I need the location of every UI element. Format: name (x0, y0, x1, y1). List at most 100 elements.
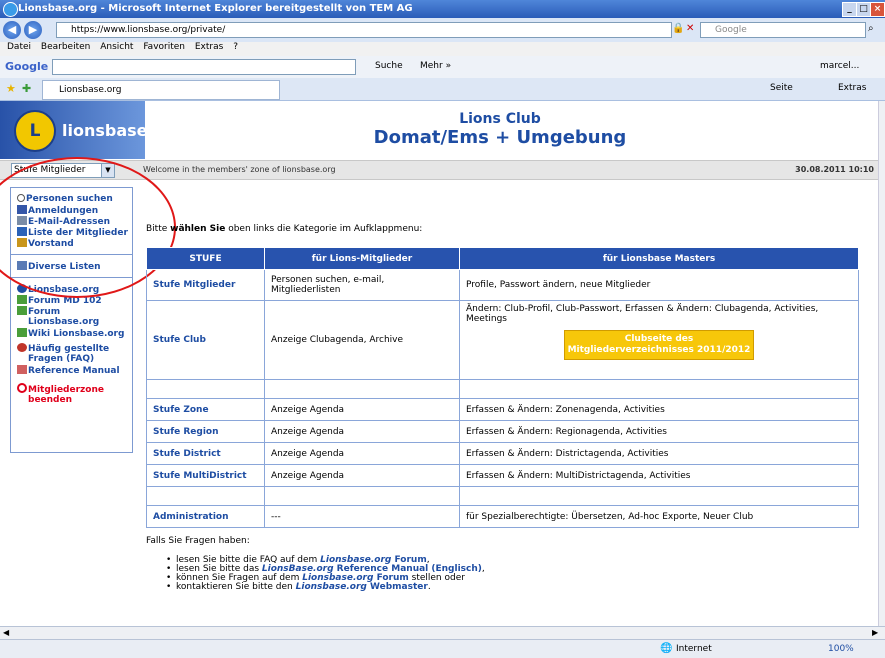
club-title: Lions Club Domat/Ems + Umgebung (250, 111, 750, 148)
security-zone: Internet (676, 644, 712, 654)
sidebar-item-label: Reference Manual (28, 366, 120, 376)
google-logo: Google (5, 60, 49, 73)
scroll-left-icon[interactable]: ◀ (3, 628, 9, 637)
sidebar-item-label: beenden (28, 395, 73, 405)
close-button[interactable]: × (870, 2, 885, 17)
level-link[interactable]: Administration (146, 505, 265, 528)
globe-icon: 🌐 (660, 643, 673, 654)
sidebar-item-faq[interactable]: Häufig gestellte Fragen (FAQ) (17, 343, 109, 364)
search-field[interactable]: Google (700, 22, 866, 38)
page-content: L lionsbase.org Lions Club Domat/Ems + U… (0, 101, 878, 626)
sidebar-item-wiki[interactable]: Wiki Lionsbase.org (17, 328, 124, 339)
sidebar-item-label: Fragen (FAQ) (28, 354, 95, 364)
menu-help[interactable]: ? (233, 42, 238, 52)
sidebar-item-label: Lionsbase.org (28, 317, 100, 327)
back-button[interactable]: ◀ (3, 21, 21, 39)
horizontal-scrollbar[interactable]: ◀ ▶ (0, 626, 885, 640)
level-link[interactable]: Stufe Region (146, 420, 265, 443)
google-toolbar: Google Suche Mehr » marcel... (0, 56, 885, 79)
level-link[interactable]: Stufe Zone (146, 398, 265, 421)
vertical-scrollbar[interactable] (878, 101, 885, 626)
search-icon[interactable]: ⌕ (868, 23, 874, 34)
stop-icon[interactable]: ✕ (686, 23, 694, 34)
address-toolbar: ◀ ▶ https://www.lionsbase.org/private/ 🔒… (0, 18, 885, 43)
table-cell: Anzeige Agenda (264, 442, 460, 465)
faq-link[interactable]: Webmaster (367, 582, 428, 592)
google-user-button[interactable]: marcel... (820, 61, 859, 71)
level-link[interactable]: Stufe MultiDistrict (146, 464, 265, 487)
zoom-level[interactable]: 100% (828, 644, 854, 654)
add-favorites-icon[interactable]: ✚ (22, 82, 31, 95)
lions-emblem-icon: L (14, 110, 56, 152)
google-search-button[interactable]: Suche (375, 61, 403, 71)
table-cell: Profile, Passwort ändern, neue Mitgliede… (459, 269, 859, 301)
faq-link[interactable]: Lionsbase.org (296, 582, 367, 592)
table-cell: Anzeige Agenda (264, 398, 460, 421)
table-cell: --- (264, 505, 460, 528)
club-page-button[interactable]: Clubseite des Mitgliederverzeichnisses 2… (564, 330, 754, 360)
forum-icon (17, 306, 27, 315)
column-header: für Lions-Mitglieder (264, 247, 460, 270)
table-row: Stufe Region Anzeige Agenda Erfassen & Ä… (146, 420, 859, 443)
table-cell: Anzeige Clubagenda, Archive (264, 300, 460, 380)
lock-icon[interactable]: 🔒 (672, 23, 684, 34)
google-search-input[interactable] (52, 59, 356, 75)
scroll-right-icon[interactable]: ▶ (872, 628, 878, 637)
club-page-button-line2: Mitgliederverzeichnisses 2011/2012 (567, 345, 751, 355)
minimize-button[interactable]: _ (842, 2, 857, 17)
table-cell: für Spezialberechtigte: Übersetzen, Ad-h… (459, 505, 859, 528)
url-field[interactable]: https://www.lionsbase.org/private/ (56, 22, 672, 38)
table-cell-text: Ändern: Club-Profil, Club-Passwort, Erfa… (466, 304, 819, 324)
sidebar-item-logout[interactable]: Mitgliederzone beenden (17, 383, 104, 405)
forward-button[interactable]: ▶ (24, 21, 42, 39)
sidebar-item-reference-manual[interactable]: Reference Manual (17, 365, 120, 376)
level-link[interactable]: Stufe District (146, 442, 265, 465)
club-title-line2: Domat/Ems + Umgebung (373, 127, 627, 148)
table-row: Stufe District Anzeige Agenda Erfassen &… (146, 442, 859, 465)
page-menu[interactable]: Seite (770, 83, 793, 93)
instruction-pre: Bitte (146, 224, 171, 234)
menu-ansicht[interactable]: Ansicht (100, 42, 133, 52)
level-link[interactable]: Stufe Club (146, 300, 265, 380)
table-cell: Ändern: Club-Profil, Club-Passwort, Erfa… (459, 300, 859, 380)
sidebar-item-label: Häufig gestellte (28, 344, 110, 354)
wiki-icon (17, 328, 27, 337)
sidebar-item-label: Forum (28, 307, 61, 317)
table-row: Stufe Mitglieder Personen suchen, e-mail… (146, 269, 859, 301)
table-cell: Anzeige Agenda (264, 420, 460, 443)
site-logo-text[interactable]: lionsbase.org (62, 121, 184, 140)
status-bar: 🌐 Internet 100% (0, 639, 885, 658)
menu-favoriten[interactable]: Favoriten (143, 42, 185, 52)
favorites-star-icon[interactable]: ★ (6, 82, 16, 95)
spacer-cell (264, 379, 460, 399)
instruction-post: oben links die Kategorie im Aufklappmenu… (225, 224, 423, 234)
sidebar-item-forum-lionsbase[interactable]: Forum Lionsbase.org (17, 306, 99, 327)
window-title: Lionsbase.org - Microsoft Internet Explo… (18, 3, 413, 14)
forum-icon (17, 295, 27, 304)
table-cell: Erfassen & Ändern: MultiDistrictagenda, … (459, 464, 859, 487)
window-titlebar: Lionsbase.org - Microsoft Internet Explo… (0, 0, 885, 18)
menu-bearbeiten[interactable]: Bearbeiten (41, 42, 90, 52)
site-header: L lionsbase.org Lions Club Domat/Ems + U… (0, 101, 878, 159)
table-cell: Erfassen & Ändern: Zonenagenda, Activiti… (459, 398, 859, 421)
spacer-cell (459, 379, 859, 399)
maximize-button[interactable]: □ (856, 2, 871, 17)
sidebar-item-label: Mitgliederzone (28, 385, 104, 395)
google-more-button[interactable]: Mehr » (420, 61, 451, 71)
menu-datei[interactable]: Datei (7, 42, 31, 52)
spacer-cell (459, 486, 859, 506)
welcome-text: Welcome in the members' zone of lionsbas… (143, 165, 336, 174)
instruction-bold: wählen Sie (170, 224, 226, 234)
faq-intro: Falls Sie Fragen haben: (146, 536, 250, 546)
table-header-row: STUFE für Lions-Mitglieder für Lionsbase… (146, 247, 859, 270)
extras-menu[interactable]: Extras (838, 83, 866, 93)
list-item: kontaktieren Sie bitte den Lionsbase.org… (166, 582, 485, 593)
club-page-button-line1: Clubseite des (624, 334, 694, 344)
level-link[interactable]: Stufe Mitglieder (146, 269, 265, 301)
menu-extras[interactable]: Extras (195, 42, 223, 52)
faq-text: kontaktieren Sie bitte den (176, 582, 296, 592)
spacer-row (146, 486, 859, 506)
table-row: Stufe Club Anzeige Clubagenda, Archive Ä… (146, 300, 859, 380)
tab-lionsbase[interactable]: Lionsbase.org (42, 80, 280, 100)
column-header: für Lionsbase Masters (459, 247, 859, 270)
